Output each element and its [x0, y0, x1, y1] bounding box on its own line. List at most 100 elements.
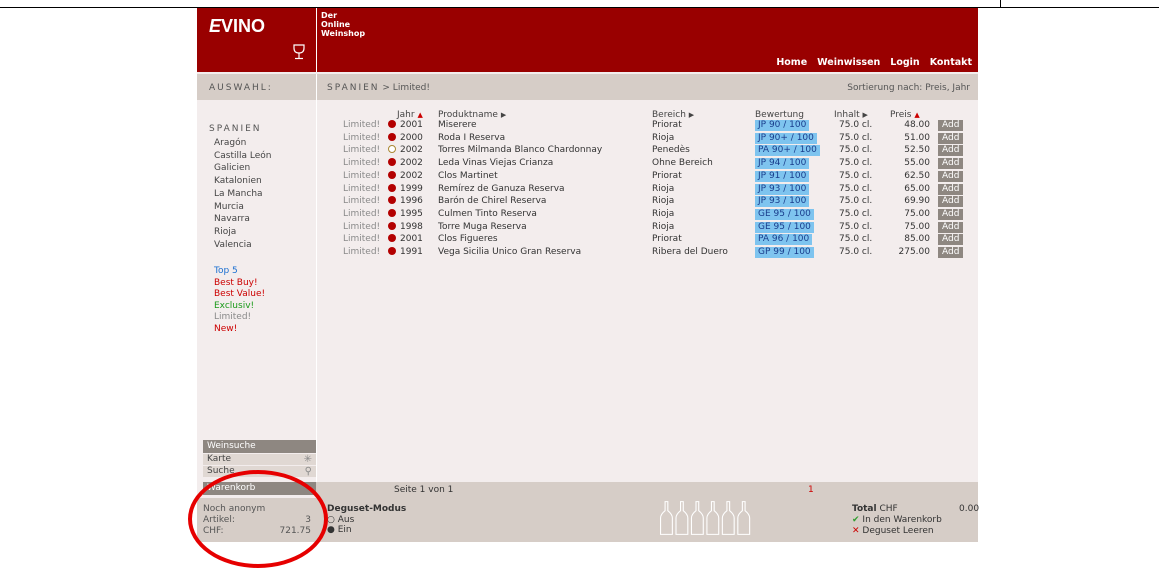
row-year: 2002 — [400, 158, 423, 169]
row-tag: Limited! — [343, 120, 381, 130]
sidebar-item-special[interactable]: Best Buy! — [214, 278, 265, 290]
row-rating: JP 91 / 100 — [755, 170, 810, 182]
row-name[interactable]: Culmen Tinto Reserva — [438, 209, 537, 219]
row-year: 2001 — [400, 234, 423, 245]
add-button[interactable]: Add — [938, 208, 964, 220]
row-name[interactable]: Torre Muga Reserva — [438, 222, 527, 232]
col-name-label: Produktname — [438, 110, 498, 120]
row-area: Rioja — [652, 208, 675, 219]
add-button[interactable]: Add — [938, 170, 964, 182]
bottle-icon — [675, 501, 689, 535]
karte-label: Karte — [207, 454, 232, 464]
row-name[interactable]: Miserere — [438, 120, 477, 130]
col-area[interactable]: Bereich ▶ — [652, 110, 694, 120]
bottle-icon — [721, 501, 735, 535]
row-tag: Limited! — [343, 170, 381, 181]
page: EVINO Der Online Weinshop Home Weinwisse… — [197, 8, 980, 542]
add-button[interactable]: Add — [938, 132, 964, 144]
row-content: 75.0 cl. — [839, 234, 873, 245]
red-wine-icon — [388, 183, 396, 192]
logo-area[interactable]: EVINO — [197, 8, 317, 72]
row-year: 2002 — [400, 145, 423, 156]
weinsuche-header: Weinsuche — [203, 440, 316, 453]
top-border — [0, 0, 1159, 8]
white-wine-icon — [388, 145, 396, 154]
add-button[interactable]: Add — [938, 120, 964, 131]
page-link[interactable]: 1 — [808, 485, 814, 495]
nav-weinwissen[interactable]: Weinwissen — [817, 57, 880, 68]
row-year: 1998 — [400, 221, 423, 232]
row-name[interactable]: Remírez de Ganuza Reserva — [438, 184, 565, 194]
table-row: Limited! 2000 Roda I Reserva Rioja 75.0 cl. J… — [197, 132, 978, 145]
row-name[interactable]: Barón de Chirel Reserva — [438, 196, 546, 206]
radio-off[interactable]: ○ — [327, 515, 335, 525]
table-row: Limited! 2002 Leda Vinas Viejas Crianza Ohn… — [197, 158, 978, 170]
row-tag: Limited! — [343, 208, 381, 219]
row-area: Penedès — [652, 145, 690, 156]
row-name[interactable]: Clos Martinet — [438, 171, 498, 181]
sidebar-item-special[interactable]: Exclusiv! — [214, 301, 265, 313]
sidebar-item-special[interactable]: Limited! — [214, 312, 265, 324]
radio-on[interactable]: ● — [327, 525, 335, 535]
breadcrumb-country[interactable]: SPANIEN — [327, 83, 380, 93]
add-button[interactable]: Add — [938, 183, 964, 195]
add-button[interactable]: Add — [938, 145, 964, 157]
row-year: 1996 — [400, 196, 423, 207]
col-content[interactable]: Inhalt ▶ — [834, 110, 868, 120]
add-to-cart-link[interactable]: ✔ In den Warenkorb — [852, 515, 942, 526]
selection-label: AUSWAHL: — [209, 83, 273, 93]
row-name[interactable]: Roda I Reserva — [438, 133, 505, 143]
deguset-on-option[interactable]: ● Ein — [327, 525, 406, 536]
nav-home[interactable]: Home — [776, 57, 807, 68]
add-button[interactable]: Add — [938, 247, 964, 258]
bottle-icon — [706, 501, 720, 535]
row-price: 51.00 — [904, 132, 930, 143]
deguset-off-option[interactable]: ○ Aus — [327, 515, 406, 526]
logo[interactable]: EVINO — [209, 16, 265, 37]
sidebar-item-special[interactable]: New! — [214, 324, 265, 336]
row-tag: Limited! — [343, 221, 381, 232]
row-price: 62.50 — [904, 170, 930, 181]
row-content: 75.0 cl. — [839, 183, 873, 194]
table-row: Limited! 1995 Culmen Tinto Reserva Rioja 75.… — [197, 208, 978, 221]
sidebar-item-special[interactable]: Best Value! — [214, 289, 265, 301]
col-year[interactable]: Jahr ▲ — [397, 110, 423, 120]
bottle-icon — [737, 501, 751, 535]
add-button[interactable]: Add — [938, 221, 964, 233]
col-area-label: Bereich — [652, 110, 686, 120]
add-button[interactable]: Add — [938, 158, 964, 170]
add-button[interactable]: Add — [938, 234, 964, 246]
bottle-icon — [690, 501, 704, 535]
row-content: 75.0 cl. — [839, 221, 873, 232]
karte-link[interactable]: Karte ✳ — [203, 454, 316, 465]
col-rating[interactable]: Bewertung — [755, 110, 804, 120]
nav-login[interactable]: Login — [890, 57, 919, 68]
row-tag: Limited! — [343, 234, 381, 245]
row-area: Ohne Bereich — [652, 158, 713, 169]
row-name[interactable]: Torres Milmanda Blanco Chardonnay — [438, 145, 602, 155]
nav-kontakt[interactable]: Kontakt — [930, 57, 972, 68]
red-wine-icon — [388, 221, 396, 230]
red-wine-icon — [388, 158, 396, 167]
add-button[interactable]: Add — [938, 196, 964, 208]
table-row: Limited! 2001 Miserere Priorat 75.0 cl. JP 90… — [197, 120, 978, 132]
total-currency: CHF — [879, 504, 898, 514]
row-tag: Limited! — [343, 132, 381, 143]
row-content: 75.0 cl. — [839, 158, 873, 169]
red-wine-icon — [388, 247, 396, 255]
row-area: Ribera del Duero — [652, 247, 728, 257]
red-wine-icon — [388, 170, 396, 179]
col-price[interactable]: Preis ▲ — [890, 110, 920, 120]
col-rating-label: Bewertung — [755, 110, 804, 120]
row-year: 1999 — [400, 183, 423, 194]
row-tag: Limited! — [343, 196, 381, 207]
col-name[interactable]: Produktname ▶ — [438, 110, 506, 120]
sidebar-item-special[interactable]: Top 5 — [214, 266, 265, 278]
total-value: 0.00 — [959, 504, 980, 514]
row-name[interactable]: Leda Vinas Viejas Crianza — [438, 158, 553, 168]
row-name[interactable]: Clos Figueres — [438, 234, 498, 244]
red-wine-icon — [388, 120, 396, 128]
row-price: 275.00 — [898, 247, 931, 257]
row-name[interactable]: Vega Sicilia Unico Gran Reserva — [438, 247, 581, 257]
deguset-clear-link[interactable]: ✕ Deguset Leeren — [852, 526, 942, 537]
